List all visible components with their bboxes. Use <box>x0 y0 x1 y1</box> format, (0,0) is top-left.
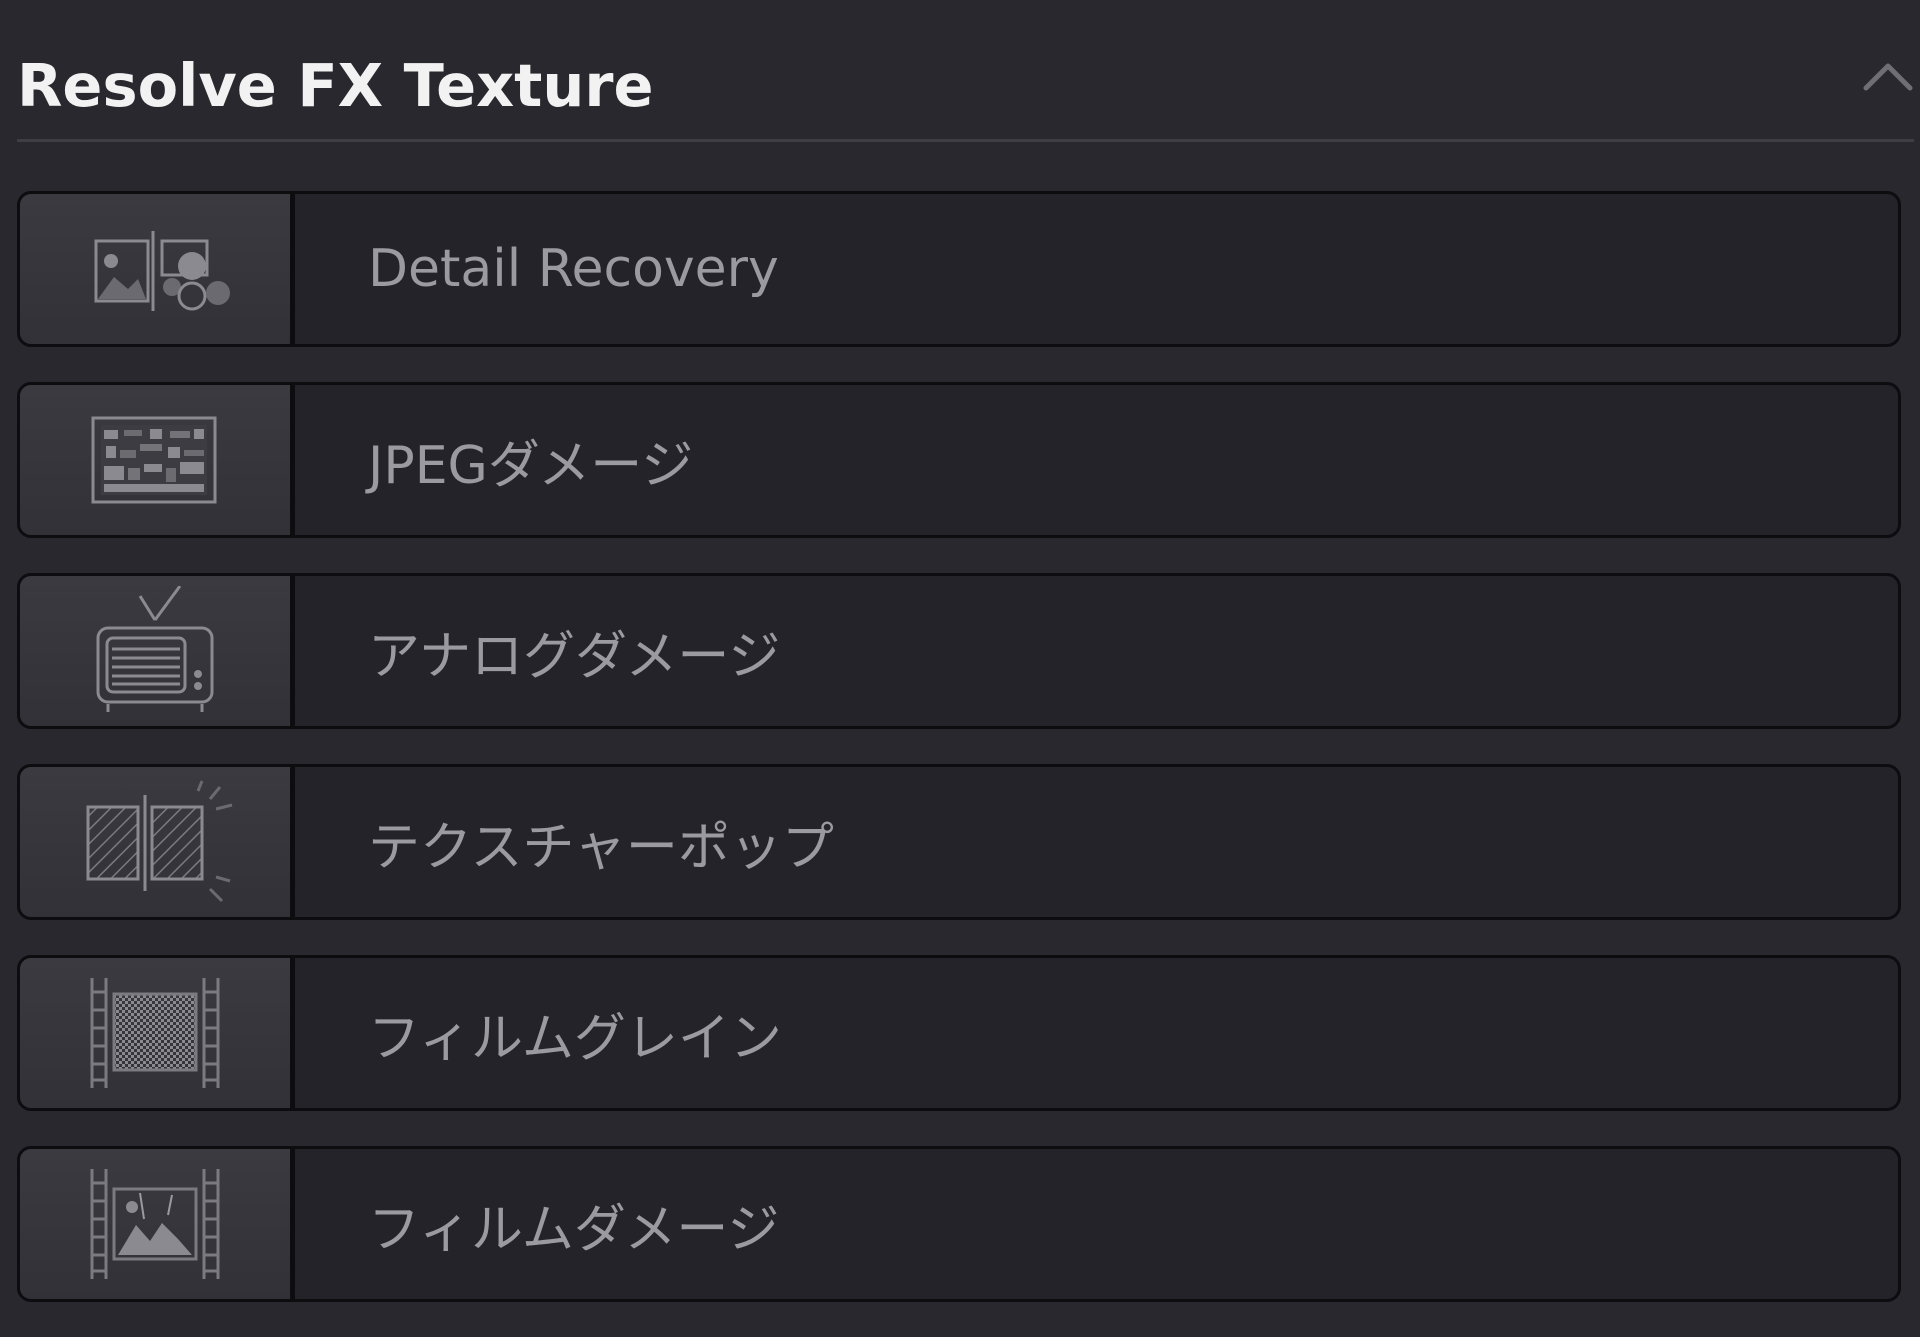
fx-item-film-damage[interactable]: フィルムダメージ <box>17 1146 1901 1302</box>
fx-thumb <box>20 1149 295 1299</box>
fx-thumb <box>20 194 295 344</box>
film-damage-icon <box>90 1169 220 1279</box>
panel-header: Resolve FX Texture <box>17 0 1914 142</box>
header-divider <box>17 139 1914 142</box>
analog-damage-icon <box>96 586 214 712</box>
fx-thumb <box>20 576 295 726</box>
fx-item-label: テクスチャーポップ <box>368 817 834 878</box>
resolve-fx-texture-panel: Resolve FX Texture Detail Recovery JPEGダ… <box>0 0 1920 1302</box>
fx-item-label: Detail Recovery <box>368 239 779 299</box>
chevron-up-icon <box>1863 63 1913 91</box>
fx-item-texture-pop[interactable]: テクスチャーポップ <box>17 764 1901 920</box>
fx-thumb <box>20 767 295 917</box>
fx-item-label: フィルムダメージ <box>368 1199 780 1260</box>
fx-item-detail-recovery[interactable]: Detail Recovery <box>17 191 1901 347</box>
fx-thumb <box>20 385 295 535</box>
fx-thumb <box>20 958 295 1108</box>
fx-list: Detail Recovery JPEGダメージ アナログダメージ テクスチャー… <box>17 191 1901 1337</box>
jpeg-damage-icon <box>91 416 217 504</box>
fx-item-film-grain[interactable]: フィルムグレイン <box>17 955 1901 1111</box>
fx-item-label: JPEGダメージ <box>368 435 694 496</box>
fx-item-label: アナログダメージ <box>368 626 781 687</box>
fx-item-label: フィルムグレイン <box>368 1008 782 1069</box>
film-grain-icon <box>90 978 220 1088</box>
panel-title: Resolve FX Texture <box>17 51 654 120</box>
collapse-button[interactable] <box>1862 52 1914 104</box>
fx-item-jpeg-damage[interactable]: JPEGダメージ <box>17 382 1901 538</box>
detail-recovery-icon <box>94 231 230 311</box>
fx-item-analog-damage[interactable]: アナログダメージ <box>17 573 1901 729</box>
texture-pop-icon <box>86 780 233 903</box>
